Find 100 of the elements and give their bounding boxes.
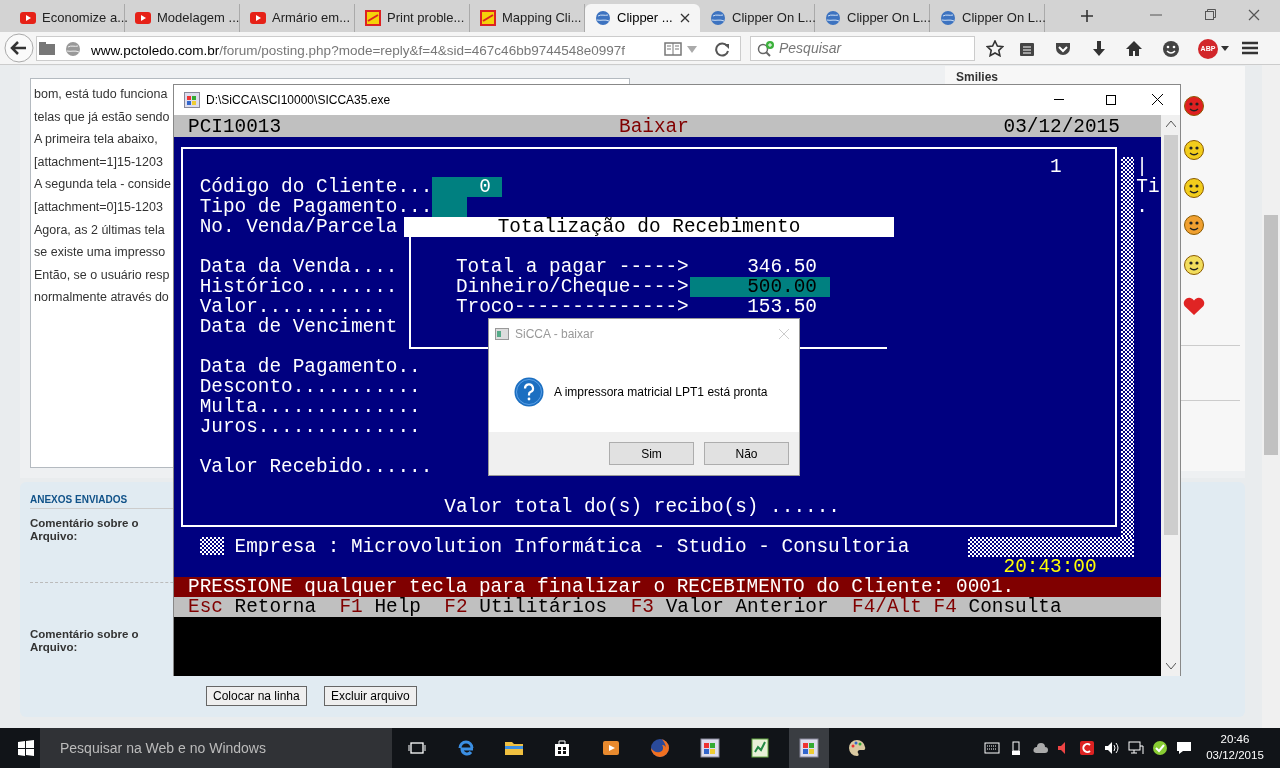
globe-icon <box>825 10 841 26</box>
input-field[interactable] <box>432 197 467 217</box>
app-icon[interactable] <box>799 738 819 758</box>
text-line: Então, se o usuário resp <box>34 266 170 284</box>
popup-title: Totalização do Recebimento <box>404 217 894 237</box>
video-icon <box>250 10 266 26</box>
field-label: Multa.............. <box>199 397 421 417</box>
app-icon[interactable] <box>700 738 720 758</box>
input-field[interactable]: 0 <box>432 177 502 197</box>
key-action: Utilitários <box>479 597 608 617</box>
taskbar-search-field[interactable]: Pesquisar na Web e no Windows <box>40 728 392 768</box>
store-icon[interactable] <box>552 738 572 758</box>
menu-icon[interactable] <box>1242 41 1258 55</box>
app-icon <box>184 92 200 108</box>
scrollbar-thumb[interactable] <box>1264 215 1278 455</box>
browser-tab[interactable]: Clipper ... <box>585 4 700 32</box>
firefox-icon[interactable] <box>650 738 670 758</box>
cloud-icon[interactable] <box>1032 740 1048 756</box>
browser-icon[interactable] <box>456 738 476 758</box>
scroll-down-icon[interactable] <box>1166 663 1176 669</box>
page-number: 1 <box>1050 157 1062 177</box>
clipboard-icon[interactable] <box>1018 40 1036 57</box>
button[interactable]: Não <box>704 442 789 465</box>
text-line: A segunda tela - conside <box>34 176 171 194</box>
windows-start-icon[interactable] <box>18 740 34 756</box>
amount-text: 153.50 <box>747 297 817 317</box>
window-title: D:\SiCCA\SCI10000\SICCA35.exe <box>206 92 391 109</box>
check-circle-icon[interactable] <box>1152 740 1168 756</box>
key-label: F3 <box>630 597 654 617</box>
date-text: 03/12/2015 <box>1003 117 1120 137</box>
antivirus-icon[interactable] <box>1079 740 1095 756</box>
media-player-icon[interactable] <box>601 738 621 758</box>
company-text: Empresa : Microvolution Informática - Studio - Consultoria <box>234 537 910 557</box>
field-label: Código do Cliente... <box>199 177 433 197</box>
console-text: . <box>1136 197 1148 217</box>
text-line: Agora, as 2 últimas tela <box>34 221 165 239</box>
dropdown-icon[interactable] <box>1221 46 1229 51</box>
download-icon[interactable] <box>1090 40 1108 57</box>
smiley-icon[interactable] <box>1184 215 1204 235</box>
field-label: Valor........... <box>199 297 386 317</box>
close-icon[interactable] <box>680 13 690 23</box>
network-icon[interactable] <box>1128 740 1144 756</box>
paint-palette-icon[interactable] <box>847 738 867 758</box>
key-label: F1 <box>339 597 363 617</box>
dialog-message: A impressora matricial LPT1 está pronta <box>554 383 768 401</box>
scrollbar[interactable] <box>1262 65 1280 728</box>
address-field[interactable]: www.pctoledo.com.br/forum/posting.php?mode=reply&f=4&sid=467c46bb9744548e0997f <box>36 36 741 61</box>
reload-icon[interactable] <box>715 42 730 57</box>
plus-icon[interactable] <box>1080 9 1094 23</box>
back-icon[interactable] <box>4 33 34 63</box>
restore-icon[interactable] <box>1205 9 1216 20</box>
pocket-icon[interactable] <box>1054 40 1072 57</box>
notification-icon[interactable] <box>1176 740 1192 756</box>
field-label: Data de Venciment <box>199 317 398 337</box>
spreadsheet-icon[interactable] <box>750 738 770 758</box>
button[interactable]: Sim <box>609 442 694 465</box>
globe-icon <box>710 10 726 26</box>
scroll-up-icon[interactable] <box>1166 121 1176 127</box>
search-field[interactable]: Pesquisar <box>750 36 975 61</box>
field-label: Histórico........ <box>199 277 398 297</box>
forum-icon <box>365 10 381 26</box>
total-label: Total a pagar -----> <box>455 257 689 277</box>
reader-view-icon[interactable] <box>664 42 682 56</box>
clock-time[interactable]: 20:46 <box>1220 731 1250 747</box>
amount-text: 346.50 <box>747 257 817 277</box>
scrollbar-thumb[interactable] <box>1164 135 1178 535</box>
volume-icon[interactable] <box>1103 740 1119 756</box>
home-icon[interactable] <box>1125 40 1143 57</box>
heart-icon[interactable] <box>1183 296 1205 316</box>
maximize-icon[interactable] <box>1106 95 1116 105</box>
smiley-icon[interactable] <box>1184 96 1204 116</box>
key-label: Esc <box>188 597 223 617</box>
url-text: www.pctoledo.com.br/forum/posting.php?mode=reply&f=4&sid=467c46bb9744548e0997f <box>91 42 625 60</box>
smilies-heading: Smilies <box>956 69 999 86</box>
video-icon <box>135 10 151 26</box>
button[interactable]: Colocar na linha <box>206 686 307 706</box>
smiley-icon[interactable] <box>1184 178 1204 198</box>
scrollbar[interactable] <box>1161 115 1180 676</box>
button[interactable]: Excluir arquivo <box>324 686 417 706</box>
clock-date[interactable]: 03/12/2015 <box>1206 747 1264 763</box>
smiley-icon[interactable] <box>1184 140 1204 160</box>
dialog-title: SiCCA - baixar <box>515 326 594 343</box>
console-text: | <box>1136 157 1148 177</box>
key-action: Valor Anterior <box>665 597 829 617</box>
text-line: [attachment=0]15-1203 <box>34 198 163 216</box>
keyboard-icon[interactable] <box>984 740 1000 756</box>
app-icon <box>495 328 509 340</box>
close-icon[interactable] <box>1152 94 1163 105</box>
field-label: No. Venda/Parcela <box>199 217 398 237</box>
smiley-icon[interactable] <box>1162 40 1180 57</box>
section-heading: ANEXOS ENVIADOS <box>30 493 128 507</box>
star-icon[interactable] <box>986 40 1004 57</box>
message-bar: PRESSIONE qualquer tecla para finalizar o RECEBIMENTO do Cliente: 0001. <box>174 577 1161 597</box>
field-label: Comentário sobre o Arquivo: <box>30 628 140 654</box>
amount-field[interactable]: 500.00 <box>690 277 830 297</box>
field-label: Juros.............. <box>199 417 421 437</box>
globe-icon <box>595 10 611 26</box>
key-action: Help <box>374 597 421 617</box>
shade-block <box>200 537 224 555</box>
smiley-icon[interactable] <box>1184 255 1204 275</box>
